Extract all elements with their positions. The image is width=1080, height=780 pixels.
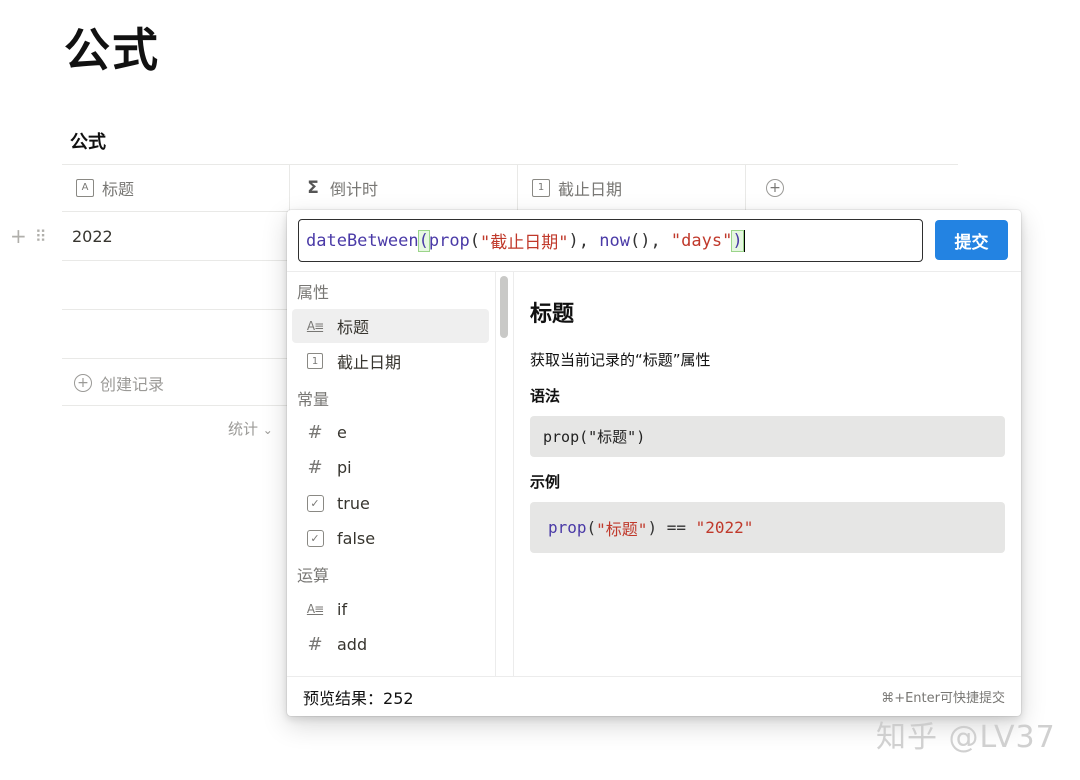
list-item-if[interactable]: A≡ if bbox=[292, 592, 489, 626]
list-item-label: e bbox=[337, 422, 347, 442]
list-item-label: true bbox=[337, 493, 370, 513]
table-row[interactable]: 2022 bbox=[62, 212, 292, 261]
list-item-label: if bbox=[337, 599, 348, 619]
formula-input[interactable]: dateBetween(prop("截止日期"), now (), "days") bbox=[298, 219, 923, 262]
stats-label: 统计 bbox=[228, 420, 259, 438]
list-item-pi[interactable]: # pi bbox=[292, 450, 489, 484]
function-list[interactable]: 属性 A≡ 标题 1 截止日期 常量 # e # pi ✓ true ✓ fal… bbox=[287, 272, 514, 676]
text-property-icon: A≡ bbox=[306, 319, 324, 333]
editor-footer: 预览结果：252 ⌘+Enter可快捷提交 bbox=[287, 676, 1021, 716]
column-header-deadline[interactable]: 1 截止日期 bbox=[518, 165, 746, 211]
chevron-down-icon: ⌄ bbox=[262, 423, 273, 437]
formula-token: "截止日期" bbox=[480, 233, 569, 253]
number-hash-icon: # bbox=[307, 421, 323, 443]
text-property-icon: A bbox=[76, 179, 94, 197]
formula-token: (), bbox=[629, 230, 671, 251]
checkbox-icon: ✓ bbox=[305, 494, 325, 512]
syntax-code: prop("标题") bbox=[530, 416, 1005, 457]
example-token: ) == bbox=[647, 518, 696, 537]
formula-editor-popup: dateBetween(prop("截止日期"), now (), "days")… bbox=[287, 210, 1021, 716]
sigma-formula-icon: Σ bbox=[307, 178, 319, 198]
list-item-label: false bbox=[337, 528, 376, 548]
preview-value: 252 bbox=[383, 688, 414, 708]
group-label-operators: 运算 bbox=[297, 566, 330, 585]
formula-token: ( bbox=[417, 229, 430, 252]
new-record-button[interactable]: + 创建记录 bbox=[62, 360, 292, 406]
checkbox-icon: ✓ bbox=[305, 529, 325, 547]
syntax-heading: 语法 bbox=[530, 387, 561, 405]
example-token: "2022" bbox=[695, 518, 754, 537]
group-label-constants: 常量 bbox=[297, 390, 330, 409]
shortcut-hint: ⌘+Enter可快捷提交 bbox=[881, 691, 1005, 706]
calendar-icon: 1 bbox=[305, 352, 325, 370]
drag-handle-icon[interactable]: ⠿ bbox=[35, 227, 47, 246]
column-label: 倒计时 bbox=[330, 180, 379, 199]
text-caret bbox=[743, 229, 746, 252]
list-item-label: add bbox=[337, 634, 368, 654]
number-hash-icon: # bbox=[307, 456, 323, 478]
database-title[interactable]: 公式 bbox=[70, 128, 106, 154]
list-item-label: pi bbox=[337, 457, 352, 477]
function-detail: 标题 获取当前记录的“标题”属性 语法 prop("标题") 示例 prop("… bbox=[515, 272, 1021, 676]
column-header-countdown[interactable]: Σ 倒计时 bbox=[290, 165, 518, 211]
preview-result: 预览结果：252 bbox=[303, 685, 414, 709]
scrollbar-thumb[interactable] bbox=[500, 276, 508, 338]
add-column-button[interactable]: + bbox=[746, 165, 806, 211]
scroll-track bbox=[495, 272, 496, 676]
column-label: 截止日期 bbox=[558, 180, 623, 199]
plus-circle-icon: + bbox=[74, 373, 92, 392]
list-item-add[interactable]: # add bbox=[292, 627, 489, 661]
calendar-icon: 1 bbox=[532, 179, 550, 197]
new-record-label: 创建记录 bbox=[100, 374, 165, 394]
list-item-label: 截止日期 bbox=[337, 353, 402, 372]
example-token: "标题" bbox=[596, 519, 648, 539]
watermark: 知乎 @LV37 bbox=[876, 720, 1056, 755]
page-title: 公式 bbox=[64, 23, 160, 77]
row-handle[interactable]: + ⠿ bbox=[10, 224, 46, 248]
list-item-label: 标题 bbox=[337, 318, 370, 337]
detail-description: 获取当前记录的“标题”属性 bbox=[530, 351, 711, 369]
number-hash-icon: # bbox=[307, 633, 323, 655]
list-item-title[interactable]: A≡ 标题 bbox=[292, 309, 489, 343]
formula-token: ), bbox=[568, 230, 600, 251]
list-item-e[interactable]: # e bbox=[292, 415, 489, 449]
submit-button[interactable]: 提交 bbox=[935, 220, 1008, 260]
list-item-false[interactable]: ✓ false bbox=[292, 521, 489, 555]
formula-token: prop bbox=[428, 230, 470, 251]
example-token: ( bbox=[586, 518, 597, 537]
table-row[interactable] bbox=[62, 261, 292, 310]
text-property-icon: A≡ bbox=[306, 602, 324, 616]
example-code: prop("标题") == "2022" bbox=[530, 502, 1005, 553]
formula-token: dateBetween bbox=[306, 230, 419, 251]
formula-token: ) bbox=[731, 229, 744, 252]
group-label-properties: 属性 bbox=[297, 283, 330, 302]
formula-token: now bbox=[599, 230, 630, 251]
table-row[interactable] bbox=[62, 310, 292, 359]
column-label: 标题 bbox=[102, 180, 135, 199]
example-heading: 示例 bbox=[530, 473, 561, 491]
add-row-icon[interactable]: + bbox=[10, 224, 27, 248]
add-column-icon: + bbox=[766, 179, 784, 197]
list-item-deadline[interactable]: 1 截止日期 bbox=[292, 344, 489, 378]
stats-dropdown[interactable]: 统计 ⌄ bbox=[228, 418, 273, 439]
formula-token: "days" bbox=[670, 230, 733, 251]
table-header: A 标题 Σ 倒计时 1 截止日期 + bbox=[62, 164, 958, 212]
column-header-title[interactable]: A 标题 bbox=[62, 165, 290, 211]
cell-title[interactable]: 2022 bbox=[72, 227, 113, 246]
example-token: prop bbox=[548, 518, 587, 537]
formula-token: ( bbox=[469, 230, 481, 251]
list-item-true[interactable]: ✓ true bbox=[292, 486, 489, 520]
preview-label: 预览结果： bbox=[303, 688, 384, 708]
detail-title: 标题 bbox=[530, 302, 575, 327]
